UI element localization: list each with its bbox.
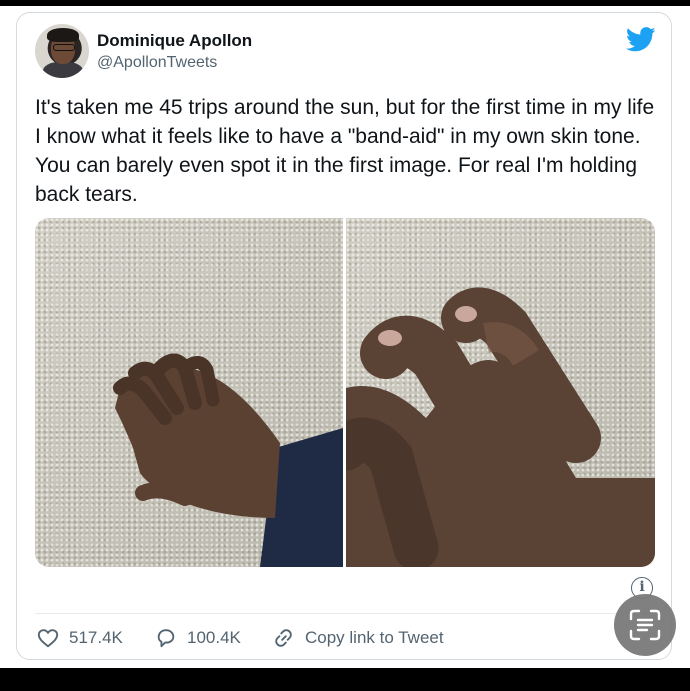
copy-link-button[interactable]: Copy link to Tweet: [273, 623, 444, 653]
hand-illustration-right: [346, 287, 655, 567]
copy-link-label: Copy link to Tweet: [305, 628, 444, 647]
author-display-name[interactable]: Dominique Apollon: [97, 31, 252, 51]
author-info[interactable]: Dominique Apollon @ApollonTweets: [97, 31, 252, 73]
text-scan-button[interactable]: [614, 594, 676, 656]
bottom-edge-bar: [0, 668, 690, 691]
hand-illustration-left: [113, 353, 343, 567]
tweet-text: It's taken me 45 trips around the sun, b…: [35, 96, 655, 206]
tweet-card[interactable]: Dominique Apollon @ApollonTweets It's ta…: [16, 12, 672, 660]
link-icon: [275, 629, 292, 647]
author-avatar[interactable]: [35, 24, 89, 78]
photo-hand-on-carpet[interactable]: [35, 218, 343, 567]
reply-count: 100.4K: [187, 628, 241, 647]
like-button[interactable]: 517.4K: [37, 623, 123, 653]
twitter-bird-icon[interactable]: [626, 27, 656, 52]
author-handle[interactable]: @ApollonTweets: [97, 53, 252, 73]
reply-button[interactable]: 100.4K: [155, 623, 241, 653]
like-count: 517.4K: [69, 628, 123, 647]
tweet-media[interactable]: [35, 218, 655, 567]
actions-divider: [35, 613, 655, 614]
text-scan-icon: [629, 609, 661, 641]
reply-bubble-icon: [157, 629, 175, 648]
photo-hand-closeup-bandage[interactable]: [346, 218, 655, 567]
heart-icon: [37, 629, 59, 648]
top-edge-bar: [0, 0, 690, 6]
